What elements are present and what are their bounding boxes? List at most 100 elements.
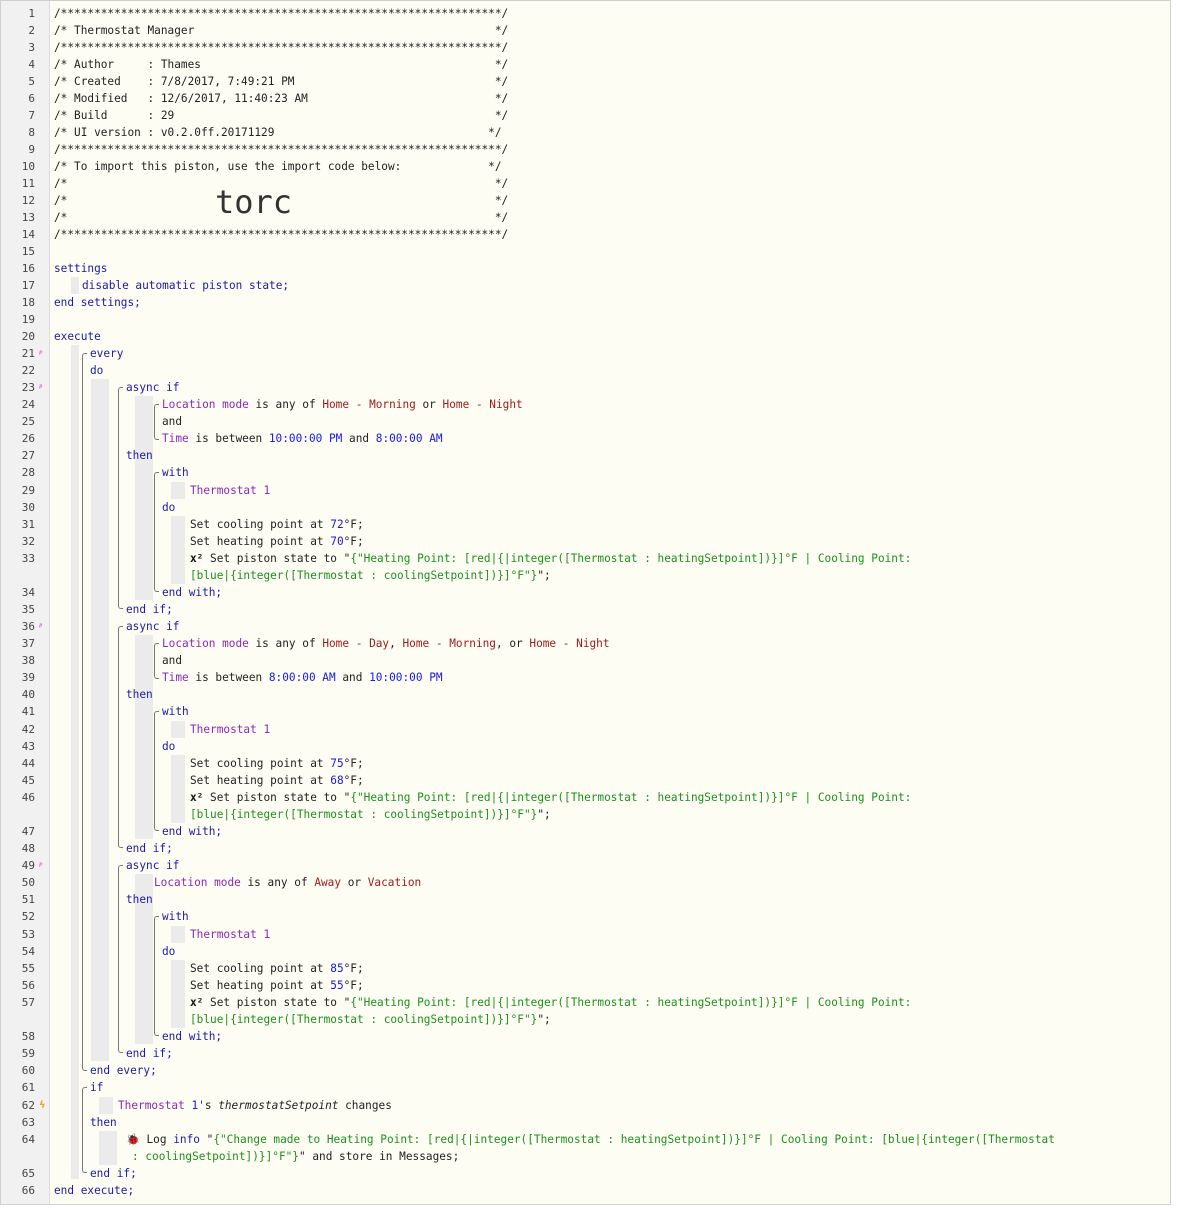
line-number: 27 <box>21 449 35 462</box>
block-bracket <box>154 472 159 592</box>
end-with-keyword: end with; <box>162 586 223 599</box>
line-number: 31 <box>21 518 35 531</box>
task-statement[interactable]: Set heating point at 68°F; <box>190 772 364 789</box>
line-number: 21 <box>21 347 35 360</box>
line-number: 1 <box>28 7 35 20</box>
line-number: 24 <box>21 398 35 411</box>
condition[interactable]: Location mode is any of Home - Morning o… <box>162 396 523 413</box>
log-statement[interactable]: 🐞 Log info "{"Change made to Heating Poi… <box>126 1131 1055 1148</box>
line-number: 17 <box>21 279 35 292</box>
line-number: 33 <box>21 552 35 565</box>
line-number: 48 <box>21 842 35 855</box>
line-number: 59 <box>21 1047 35 1060</box>
with-keyword[interactable]: with <box>162 908 189 925</box>
block-bracket <box>154 711 159 831</box>
device-name[interactable]: Thermostat 1 <box>190 482 270 499</box>
task-statement[interactable]: Set heating point at 55°F; <box>190 977 364 994</box>
do-keyword: do <box>162 945 176 958</box>
line-number: 9 <box>28 143 35 156</box>
trigger-marker-icon[interactable]: ᵖ <box>39 857 42 874</box>
line-number: 43 <box>21 740 35 753</box>
end-with-keyword: end with; <box>162 825 223 838</box>
task-statement-continued: [blue|{integer([Thermostat : coolingSetp… <box>190 1013 551 1026</box>
line-number: 26 <box>21 432 35 445</box>
task-statement[interactable]: Set heating point at 70°F; <box>190 533 364 550</box>
if-statement[interactable]: if <box>90 1079 103 1096</box>
settings-statement[interactable]: disable automatic piston state; <box>82 277 289 294</box>
line-number: 22 <box>21 364 35 377</box>
trigger-marker-icon[interactable]: ᵖ <box>39 618 42 635</box>
line-number: 46 <box>21 791 35 804</box>
task-statement[interactable]: Set cooling point at 75°F; <box>190 755 364 772</box>
line-number: 13 <box>21 211 35 224</box>
with-keyword[interactable]: with <box>162 464 189 481</box>
end-if-keyword: end if; <box>90 1167 137 1180</box>
line-number: 45 <box>21 774 35 787</box>
task-statement[interactable]: x² Set piston state to "{"Heating Point:… <box>190 789 911 806</box>
header-comment-build: /* Build : 29 */ <box>54 109 509 122</box>
task-statement[interactable]: x² Set piston state to "{"Heating Point:… <box>190 994 911 1011</box>
condition[interactable]: Location mode is any of Home - Day, Home… <box>162 635 610 652</box>
condition[interactable]: Time is between 10:00:00 PM and 8:00:00 … <box>162 430 443 447</box>
line-number: 6 <box>28 92 35 105</box>
then-keyword: then <box>90 1116 117 1129</box>
line-number: 41 <box>21 705 35 718</box>
device-name[interactable]: Thermostat 1 <box>190 721 270 738</box>
line-number: 62 <box>21 1099 35 1112</box>
indent-guide <box>71 345 79 1179</box>
line-number: 65 <box>21 1167 35 1180</box>
header-comment-ui-version: /* UI version : v0.2.0ff.20171129 */ <box>54 126 502 139</box>
async-if-statement[interactable]: async if <box>126 618 179 635</box>
bug-icon: 🐞 <box>126 1133 140 1146</box>
line-number: 4 <box>28 58 35 71</box>
block-bracket <box>82 1087 87 1173</box>
with-keyword[interactable]: with <box>162 703 189 720</box>
condition[interactable]: Location mode is any of Away or Vacation <box>154 874 421 891</box>
then-keyword: then <box>126 449 153 462</box>
indent-guide <box>171 926 185 943</box>
trigger-marker-icon[interactable]: ᵖ <box>39 345 42 362</box>
header-comment-import-note: /* To import this piston, use the import… <box>54 160 502 173</box>
line-number: 8 <box>28 126 35 139</box>
async-if-statement[interactable]: async if <box>126 857 179 874</box>
line-number: 23 <box>21 381 35 394</box>
trigger-marker-icon[interactable]: ᵖ <box>39 379 42 396</box>
header-comment: /***************************************… <box>54 41 509 54</box>
lightning-bolt-icon[interactable]: ϟ <box>39 1097 46 1114</box>
line-number: 16 <box>21 262 35 275</box>
end-with-keyword: end with; <box>162 1030 223 1043</box>
expression-icon: x² <box>190 552 204 565</box>
task-statement[interactable]: Set cooling point at 72°F; <box>190 516 364 533</box>
header-comment: /***************************************… <box>54 228 509 241</box>
do-keyword: do <box>162 501 176 514</box>
indent-guide <box>171 960 185 1028</box>
do-keyword: do <box>90 364 104 377</box>
task-statement-continued: [blue|{integer([Thermostat : coolingSetp… <box>190 808 551 821</box>
every-statement[interactable]: every <box>90 345 130 362</box>
line-number: 39 <box>21 671 35 684</box>
import-code: torc <box>215 183 293 221</box>
line-number: 32 <box>21 535 35 548</box>
indent-guide <box>171 516 185 584</box>
line-number: 5 <box>28 75 35 88</box>
line-number: 29 <box>21 484 35 497</box>
indent-guide <box>91 379 109 1061</box>
condition[interactable]: Time is between 8:00:00 AM and 10:00:00 … <box>162 669 443 686</box>
line-number: 15 <box>21 245 35 258</box>
end-every-keyword: end every; <box>90 1064 157 1077</box>
async-if-statement[interactable]: async if <box>126 379 179 396</box>
task-statement[interactable]: x² Set piston state to "{"Heating Point:… <box>190 550 911 567</box>
line-number: 28 <box>21 466 35 479</box>
task-statement[interactable]: Set cooling point at 85°F; <box>190 960 364 977</box>
line-number: 10 <box>21 160 35 173</box>
trigger-condition[interactable]: Thermostat 1's thermostatSetpoint change… <box>118 1097 392 1114</box>
line-number: 25 <box>21 415 35 428</box>
line-number: 40 <box>21 688 35 701</box>
line-number: 42 <box>21 723 35 736</box>
line-number: 2 <box>28 24 35 37</box>
line-number-gutter: 1 2 3 4 5 6 7 8 9 10 11 12 13 14 15 16 1… <box>1 1 50 1204</box>
line-number: 3 <box>28 41 35 54</box>
end-settings-keyword: end settings; <box>54 296 141 309</box>
device-name[interactable]: Thermostat 1 <box>190 926 270 943</box>
code-editor[interactable]: 1 2 3 4 5 6 7 8 9 10 11 12 13 14 15 16 1… <box>0 0 1171 1205</box>
